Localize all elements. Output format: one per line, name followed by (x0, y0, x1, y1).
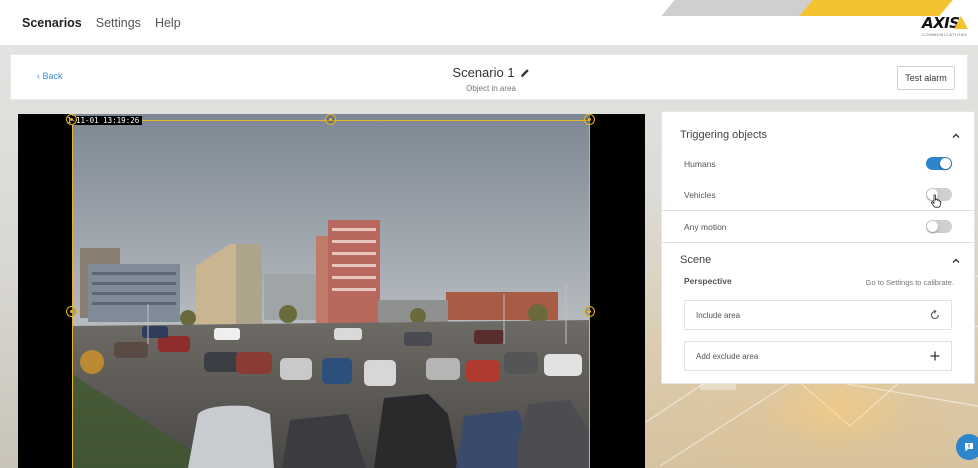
triggering-objects-title: Triggering objects (680, 129, 768, 141)
humans-toggle[interactable] (926, 157, 952, 170)
title-block: Scenario 1 Object in area (391, 64, 591, 93)
main-nav: Scenarios Settings Help (22, 16, 181, 30)
scenario-title-row: Scenario 1 (452, 65, 529, 80)
include-area-row[interactable]: Include area (684, 300, 952, 330)
area-handle-middle-left[interactable] (66, 306, 77, 317)
chevron-up-icon[interactable] (952, 257, 960, 265)
logo-subtext: COMMUNICATIONS (922, 32, 968, 37)
option-humans-label: Humans (684, 159, 716, 169)
scenario-subtitle: Object in area (466, 84, 516, 93)
hand-cursor-icon (931, 194, 942, 208)
area-handle-top-center[interactable] (325, 114, 336, 125)
nav-settings[interactable]: Settings (96, 16, 141, 30)
calibrate-hint: Go to Settings to calibrate. (865, 278, 954, 287)
plus-icon[interactable] (929, 350, 941, 362)
scene-title: Scene (680, 254, 712, 266)
chat-icon (965, 443, 973, 452)
add-exclude-area-row[interactable]: Add exclude area (684, 341, 952, 371)
settings-panel: Triggering objects Humans Vehicles Any m… (661, 111, 975, 384)
add-exclude-area-label: Add exclude area (696, 352, 759, 361)
logo-triangle-icon (954, 16, 968, 29)
nav-help[interactable]: Help (155, 16, 181, 30)
pencil-icon[interactable] (520, 68, 530, 78)
axis-logo: AXIS COMMUNICATIONS (922, 14, 968, 38)
include-area-label: Include area (696, 311, 741, 320)
option-vehicles-label: Vehicles (684, 190, 716, 200)
area-handle-top-right[interactable] (584, 114, 595, 125)
test-alarm-button[interactable]: Test alarm (897, 66, 955, 90)
reset-icon[interactable] (929, 309, 941, 321)
toggle-knob (940, 158, 951, 169)
any-motion-label: Any motion (684, 222, 727, 232)
divider (662, 242, 974, 243)
scenario-title: Scenario 1 (452, 65, 515, 80)
back-link[interactable]: ‹ Back (37, 71, 63, 81)
scenario-header: ‹ Back Scenario 1 Object in area Test al… (10, 54, 968, 100)
camera-view[interactable]: 1-11-01 13:19:26 (18, 114, 645, 468)
divider (662, 210, 974, 211)
area-handle-top-left[interactable] (66, 114, 77, 125)
include-area-polygon[interactable] (72, 120, 590, 468)
area-handle-middle-right[interactable] (584, 306, 595, 317)
nav-scenarios[interactable]: Scenarios (22, 16, 82, 30)
top-bar: Scenarios Settings Help AXIS COMMUNICATI… (0, 0, 978, 46)
perspective-label: Perspective (684, 276, 732, 286)
toggle-knob (927, 221, 938, 232)
chat-button[interactable] (956, 434, 978, 460)
any-motion-toggle[interactable] (926, 220, 952, 233)
chevron-up-icon[interactable] (952, 132, 960, 140)
